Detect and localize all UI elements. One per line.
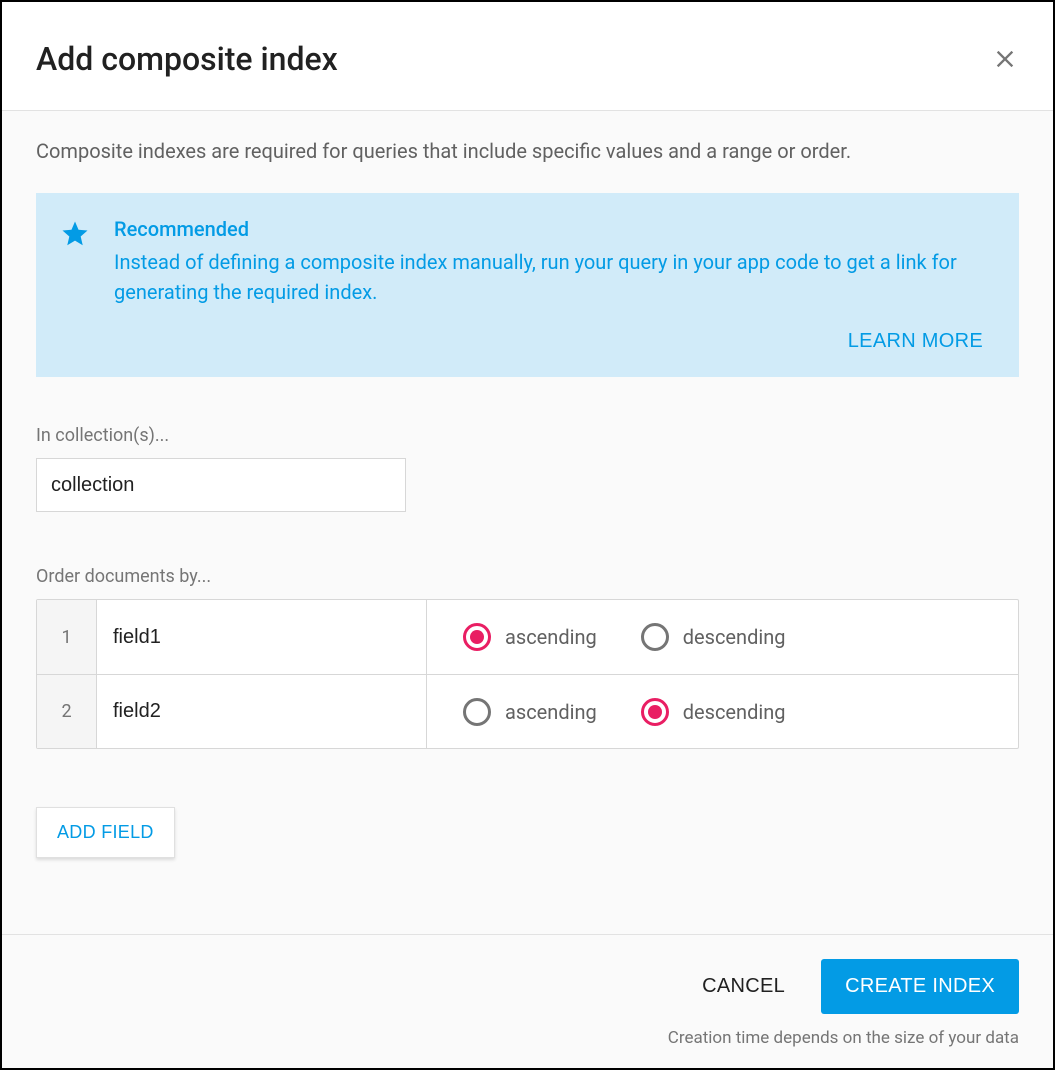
recommendation-body: Instead of defining a composite index ma… [114, 247, 989, 307]
dialog-content: Composite indexes are required for queri… [2, 111, 1053, 934]
dialog-footer: CANCEL CREATE INDEX Creation time depend… [2, 934, 1053, 1068]
dialog-title: Add composite index [36, 40, 338, 78]
ascending-radio[interactable]: ascending [463, 698, 597, 726]
radio-icon [641, 698, 669, 726]
footer-actions: CANCEL CREATE INDEX [36, 959, 1019, 1014]
recommendation-title: Recommended [114, 217, 989, 241]
close-icon[interactable] [991, 45, 1019, 73]
descending-radio[interactable]: descending [641, 623, 786, 651]
descending-radio[interactable]: descending [641, 698, 786, 726]
learn-more-button[interactable]: LEARN MORE [848, 330, 983, 353]
collection-group: In collection(s)... [36, 425, 1019, 512]
order-row-number: 2 [37, 675, 97, 748]
recommendation-text: Recommended Instead of defining a compos… [114, 217, 989, 307]
footer-note: Creation time depends on the size of you… [36, 1028, 1019, 1048]
star-icon [60, 219, 90, 249]
dialog-header: Add composite index [2, 2, 1053, 111]
collection-label: In collection(s)... [36, 425, 1019, 446]
order-group: Order documents by... 1 ascending descen… [36, 566, 1019, 749]
descending-label: descending [683, 625, 786, 649]
order-radio-group: ascending descending [427, 600, 1018, 674]
order-field-input[interactable] [97, 600, 427, 674]
order-row: 2 ascending descending [37, 674, 1018, 748]
ascending-radio[interactable]: ascending [463, 623, 597, 651]
ascending-label: ascending [505, 625, 597, 649]
descending-label: descending [683, 700, 786, 724]
order-row-number: 1 [37, 600, 97, 674]
order-radio-group: ascending descending [427, 675, 1018, 748]
radio-icon [463, 698, 491, 726]
order-table: 1 ascending descending 2 [36, 599, 1019, 749]
create-index-button[interactable]: CREATE INDEX [821, 959, 1019, 1014]
collection-input[interactable] [36, 458, 406, 512]
description-text: Composite indexes are required for queri… [36, 139, 1019, 163]
radio-icon [463, 623, 491, 651]
order-label: Order documents by... [36, 566, 1019, 587]
ascending-label: ascending [505, 700, 597, 724]
order-field-input[interactable] [97, 675, 427, 748]
add-field-button[interactable]: ADD FIELD [36, 807, 175, 858]
order-row: 1 ascending descending [37, 600, 1018, 674]
cancel-button[interactable]: CANCEL [702, 975, 785, 998]
recommendation-box: Recommended Instead of defining a compos… [36, 193, 1019, 377]
radio-icon [641, 623, 669, 651]
